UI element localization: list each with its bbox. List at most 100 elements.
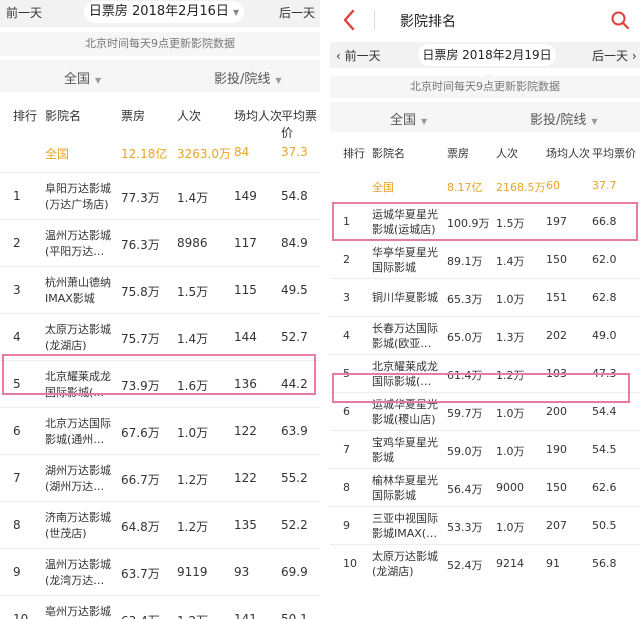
rank-cell: 5 [13,377,21,391]
avg-price-cell: 50.5 [592,519,617,532]
total-admissions: 2168.5万 [496,181,546,194]
admissions-cell: 9000 [496,481,524,494]
cinema-name: 北京耀莱成龙 国际影城(… [372,359,438,389]
chain-filter[interactable]: 影投/院线 ▼ [214,68,282,87]
header-avg-admissions: 场均人次 [546,147,590,160]
total-name: 全国 [45,147,70,161]
avg-admissions-cell: 207 [546,519,567,532]
rank-cell: 9 [13,565,21,579]
table-row[interactable]: 10 亳州万达影城(万达广场店) 63.4万 1.2万 141 50.1 [0,595,320,619]
table-row[interactable]: 1 运城华夏星光 影城(运城店) 100.9万 1.5万 197 66.8 [330,202,640,240]
box-office-cell: 66.7万 [121,473,160,487]
table-row[interactable]: 6 运城华夏星光 影城(稷山店) 59.7万 1.0万 200 54.4 [330,392,640,430]
caret-down-icon: ▼ [95,76,102,85]
table-row[interactable]: 8 济南万达影城 (世茂店) 64.8万 1.2万 135 52.2 [0,501,320,548]
rank-cell: 3 [13,283,21,297]
total-avg-price: 37.7 [592,179,617,192]
box-office-cell: 77.3万 [121,191,160,205]
avg-price-cell: 55.2 [281,471,308,485]
table-row[interactable]: 4 太原万达影城 (龙湖店) 75.7万 1.4万 144 52.7 [0,313,320,360]
cinema-name-line: 阜阳万达影城 [45,182,111,195]
avg-price-cell: 52.2 [281,518,308,532]
prev-day-button[interactable]: 前一天 [6,4,42,21]
cinema-name-line: 太原万达影城 [372,550,438,563]
region-filter[interactable]: 全国 ▼ [390,109,427,128]
cinema-name-line: 影城(运城店) [372,223,436,236]
avg-price-cell: 63.9 [281,424,308,438]
avg-price-cell: 62.6 [592,481,617,494]
search-icon[interactable] [610,10,630,30]
cinema-name-line: 国际影城 [372,261,416,274]
table-row[interactable]: 5 北京耀莱成龙 国际影城(… 61.4万 1.2万 103 47.3 [330,354,640,392]
rank-cell: 2 [13,236,21,250]
header-avg-admissions: 场均人次 [234,109,283,123]
table-row[interactable]: 5 北京耀莱成龙 国际影城(… 73.9万 1.6万 136 44.2 [0,360,320,407]
table-row[interactable]: 2 华亭华夏星光 国际影城 89.1万 1.4万 150 62.0 [330,240,640,278]
box-office-cell: 76.3万 [121,238,160,252]
prev-day-button[interactable]: ‹ 前一天 [336,47,381,64]
admissions-cell: 1.3万 [496,331,525,344]
table-row[interactable]: 3 铜川华夏影城 65.3万 1.0万 151 62.8 [330,278,640,316]
box-office-cell: 65.3万 [447,293,483,306]
date-selector[interactable]: 日票房 2018年2月19日▼ [418,44,556,83]
header-admissions: 人次 [496,147,518,160]
admissions-cell: 1.0万 [496,293,525,306]
table-row[interactable]: 8 榆林华夏星光 国际影城 56.4万 9000 150 62.6 [330,468,640,506]
next-day-button[interactable]: 后一天 › [592,47,637,64]
table-row[interactable]: 2 温州万达影城 (平阳万达… 76.3万 8986 117 84.9 [0,219,320,266]
avg-admissions-cell: 91 [546,557,560,570]
table-row[interactable]: 9 三亚中视国际 影城IMAX(… 53.3万 1.0万 207 50.5 [330,506,640,544]
back-icon[interactable] [342,9,356,31]
table-row[interactable]: 3 杭州萧山德纳 IMAX影城 75.8万 1.5万 115 49.5 [0,266,320,313]
cinema-name-line: 运城华夏星光 [372,208,438,221]
admissions-cell: 1.0万 [496,521,525,534]
box-office-cell: 59.0万 [447,445,483,458]
cinema-name: 榆林华夏星光 国际影城 [372,473,438,503]
cinema-name: 济南万达影城 (世茂店) [45,510,117,542]
admissions-cell: 9214 [496,557,524,570]
total-row: 全国 12.18亿 3263.0万 84 37.3 [0,134,320,172]
cinema-name-line: (湖州万达… [45,480,105,493]
avg-admissions-cell: 149 [234,189,257,203]
header-admissions: 人次 [177,109,202,123]
rank-cell: 3 [343,291,350,304]
avg-price-cell: 49.5 [281,283,308,297]
cinema-name-line: 影城 [372,451,394,464]
cinema-name-line: 影城IMAX(… [372,527,438,540]
next-day-button[interactable]: 后一天 [279,4,315,21]
cinema-name: 温州万达影城 (龙湾万达… [45,557,117,589]
region-filter[interactable]: 全国 ▼ [64,68,101,87]
table-row[interactable]: 10 太原万达影城 (龙湖店) 52.4万 9214 91 56.8 [330,544,640,582]
table-row[interactable]: 1 阜阳万达影城 (万达广场店) 77.3万 1.4万 149 54.8 [0,172,320,219]
avg-price-cell: 66.8 [592,215,617,228]
avg-price-cell: 62.8 [592,291,617,304]
table-row[interactable]: 6 北京万达国际 影城(通州… 67.6万 1.0万 122 63.9 [0,407,320,454]
chain-filter-label: 影投/院线 [530,113,587,128]
date-selector[interactable]: 日票房 2018年2月16日 ▼ [84,1,244,23]
rank-cell: 10 [13,612,29,619]
avg-price-cell: 50.1 [281,612,308,619]
cinema-name-line: (世茂店) [45,527,87,540]
cinema-name-line: 北京耀莱成龙 [372,360,438,373]
avg-admissions-cell: 103 [546,367,567,380]
cinema-name: 亳州万达影城(万达广场店) [45,604,117,619]
caret-down-icon: ▼ [232,8,240,17]
chain-filter[interactable]: 影投/院线 ▼ [530,109,598,128]
table-row[interactable]: 9 温州万达影城 (龙湾万达… 63.7万 9119 93 69.9 [0,548,320,595]
table-row[interactable]: 4 长春万达国际 影城(欧亚… 65.0万 1.3万 202 49.0 [330,316,640,354]
admissions-cell: 1.0万 [496,445,525,458]
avg-admissions-cell: 150 [546,253,567,266]
rank-cell: 8 [343,481,350,494]
box-office-cell: 64.8万 [121,520,160,534]
box-office-cell: 100.9万 [447,217,490,230]
table-row[interactable]: 7 湖州万达影城 (湖州万达… 66.7万 1.2万 122 55.2 [0,454,320,501]
avg-admissions-cell: 200 [546,405,567,418]
cinema-name-line: 杭州萧山德纳 [45,276,111,289]
box-office-cell: 63.7万 [121,567,160,581]
avg-price-cell: 52.7 [281,330,308,344]
cinema-name-line: 济南万达影城 [45,511,111,524]
cinema-name: 运城华夏星光 影城(运城店) [372,207,438,237]
avg-admissions-cell: 117 [234,236,257,250]
header-avg-price: 平均票价 [592,147,636,160]
table-row[interactable]: 7 宝鸡华夏星光 影城 59.0万 1.0万 190 54.5 [330,430,640,468]
